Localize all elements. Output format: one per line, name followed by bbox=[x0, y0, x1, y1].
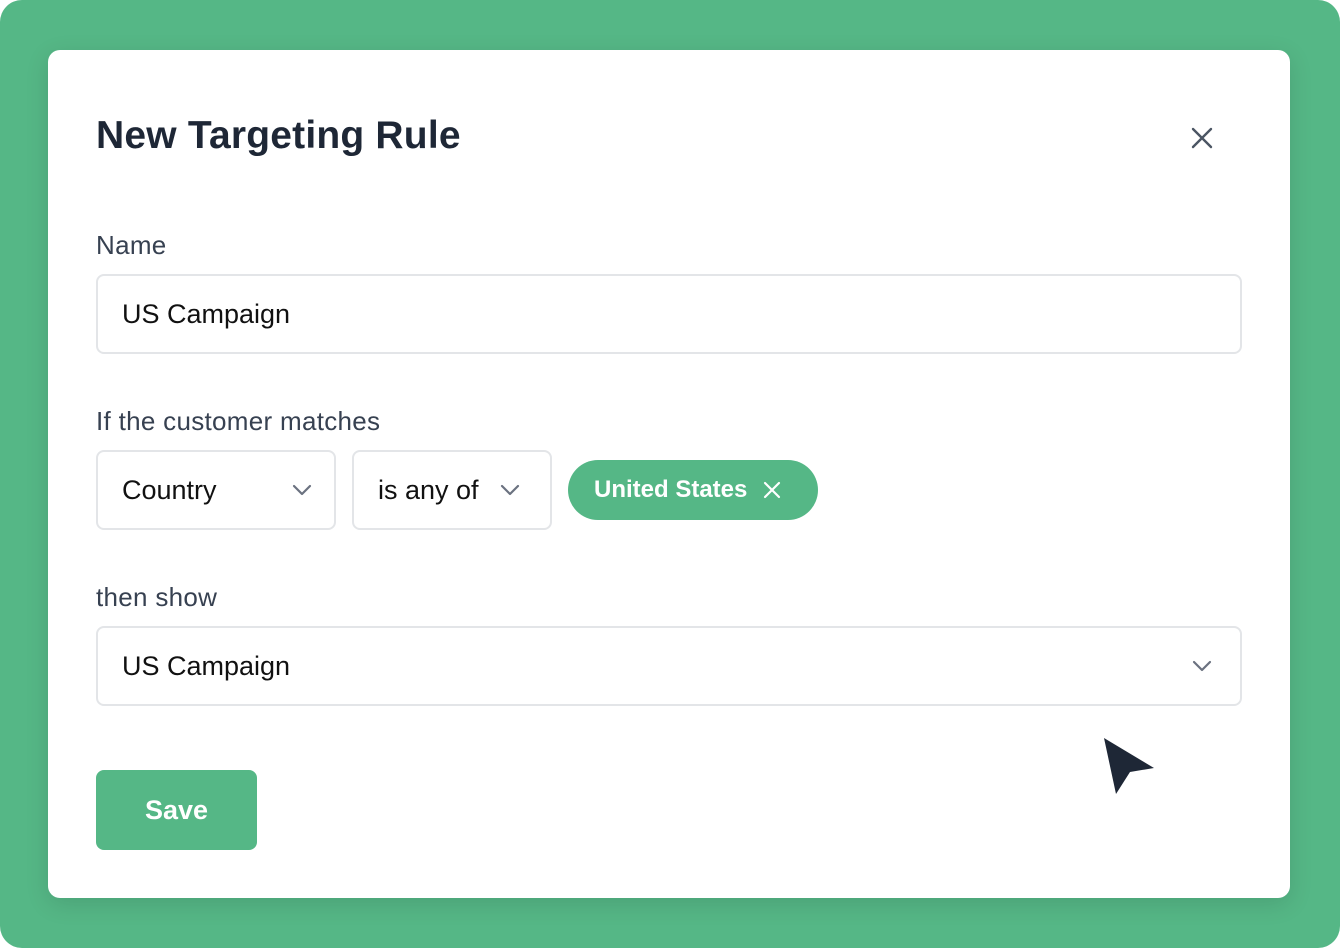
condition-label: If the customer matches bbox=[96, 406, 381, 436]
remove-chip-button[interactable] bbox=[763, 481, 781, 499]
chevron-down-icon bbox=[500, 484, 520, 496]
close-icon bbox=[1191, 127, 1213, 149]
chevron-down-icon bbox=[292, 484, 312, 496]
then-show-select-value: US Campaign bbox=[122, 650, 291, 681]
value-chip-label: United States bbox=[594, 476, 748, 503]
operator-select-value: is any of bbox=[378, 474, 479, 505]
modal-title: New Targeting Rule bbox=[96, 114, 461, 157]
save-button[interactable]: Save bbox=[96, 770, 257, 850]
name-input[interactable]: US Campaign bbox=[96, 274, 1242, 354]
attribute-select-value: Country bbox=[122, 474, 217, 505]
name-input-value: US Campaign bbox=[122, 298, 291, 329]
attribute-select[interactable]: Country bbox=[96, 450, 336, 530]
close-button[interactable] bbox=[1184, 120, 1220, 156]
value-chip: United States bbox=[568, 460, 818, 520]
mouse-pointer-icon bbox=[1100, 736, 1160, 801]
chevron-down-icon bbox=[1192, 660, 1212, 672]
then-show-select[interactable]: US Campaign bbox=[96, 626, 1242, 706]
name-label: Name bbox=[96, 230, 167, 260]
then-show-label: then show bbox=[96, 582, 218, 612]
x-icon bbox=[764, 481, 781, 499]
operator-select[interactable]: is any of bbox=[352, 450, 552, 530]
